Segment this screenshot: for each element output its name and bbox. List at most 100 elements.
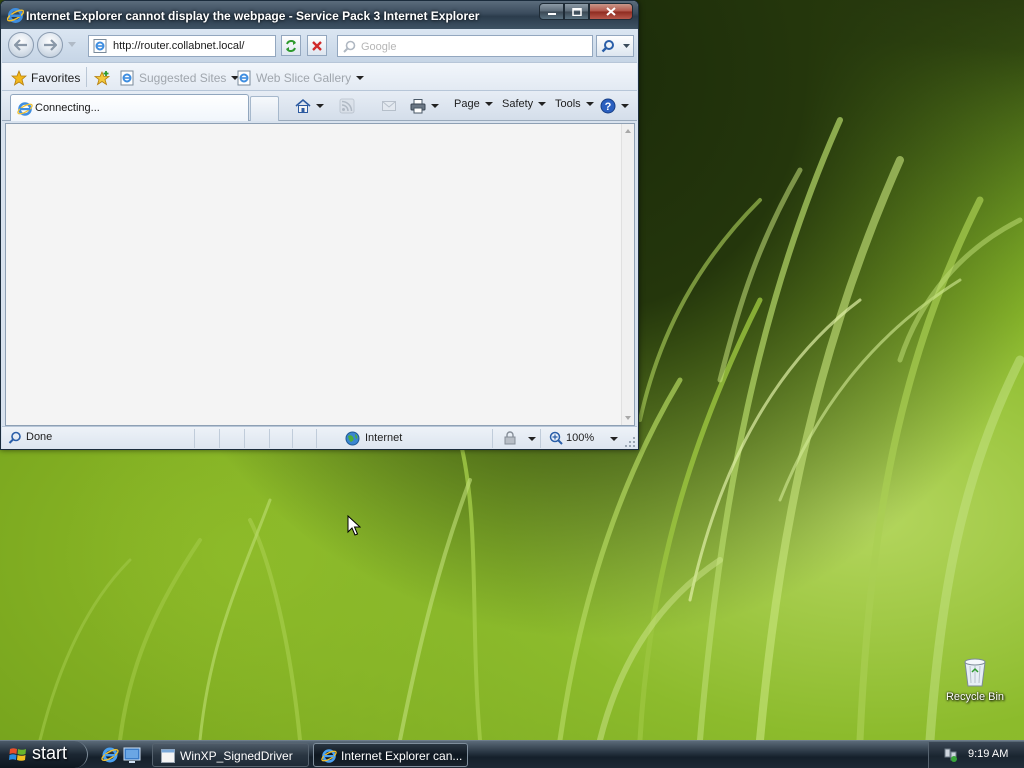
chevron-down-icon[interactable] [528,437,536,441]
ie-loading-icon [17,102,33,116]
taskbar-button-winxp-signeddriver[interactable]: WinXP_SignedDriver [152,743,309,767]
recycle-bin-icon [964,658,986,687]
scroll-up-icon[interactable] [625,129,631,133]
stop-icon [312,40,322,51]
title-bar[interactable]: Internet Explorer cannot display the web… [1,1,638,29]
chevron-down-icon [484,102,493,106]
back-arrow-icon [14,39,27,51]
tab-label: Connecting... [35,102,100,114]
add-to-favorites-bar-button[interactable] [94,70,114,86]
forward-button[interactable] [37,32,63,58]
forward-arrow-icon [44,39,57,51]
favorites-star-icon [11,70,27,86]
ie-window: Internet Explorer cannot display the web… [0,0,639,450]
chevron-down-icon [621,104,629,108]
close-icon [606,7,616,16]
web-slice-gallery-label: Web Slice Gallery [256,71,352,85]
recent-pages-dropdown-icon[interactable] [68,42,76,48]
chevron-down-icon[interactable] [316,104,324,108]
address-text: http://router.collabnet.local/ [113,40,245,52]
maximize-button[interactable] [564,3,589,20]
minimize-button[interactable] [539,3,564,20]
resize-grip-icon[interactable] [625,437,635,447]
page-menu-label: Page [454,98,480,110]
recycle-bin-desktop-icon[interactable]: Recycle Bin [944,656,1006,712]
favorites-bar: Favorites Suggested Sites Web Slice Gall… [2,62,637,90]
security-zone[interactable]: Internet [316,429,492,448]
network-status-icon[interactable] [943,747,959,763]
start-label: start [32,743,68,763]
help-button[interactable]: ? [600,98,629,114]
taskbar-button-internet-explorer[interactable]: Internet Explorer can... [313,743,468,767]
status-pane [244,429,269,448]
ie-icon[interactable] [101,746,119,764]
chevron-down-icon[interactable] [610,437,618,441]
taskbar-button-label: WinXP_SignedDriver [180,749,293,763]
status-pane [269,429,292,448]
tools-menu-label: Tools [555,98,581,110]
scroll-down-icon[interactable] [625,416,631,420]
zoom-icon [549,431,563,445]
zoom-level: 100% [566,432,595,444]
minimize-icon [547,12,556,15]
favorites-button[interactable]: Favorites [11,70,80,86]
stop-button[interactable] [307,35,327,56]
refresh-button[interactable] [281,35,301,56]
search-box[interactable]: Google [337,35,593,57]
rss-feed-icon [339,98,355,114]
favorites-label: Favorites [31,71,81,85]
status-search-icon [8,431,21,444]
taskbar-button-label: Internet Explorer can... [341,749,463,763]
clock[interactable]: 9:19 AM [968,748,1008,760]
protected-mode-pane[interactable] [492,429,540,448]
caption-buttons [539,3,633,20]
address-bar[interactable]: http://router.collabnet.local/ [88,35,276,57]
chevron-down-icon[interactable] [431,104,439,108]
lock-icon [504,431,516,445]
mouse-pointer-icon [347,515,361,536]
search-placeholder: Google [361,41,397,53]
zone-label: Internet [365,432,403,444]
read-mail-icon [382,101,396,111]
page-menu[interactable]: Page [454,98,493,110]
status-bar: Done Internet 100% [2,426,637,449]
add-favorite-icon [94,71,110,86]
status-pane [219,429,244,448]
maximize-icon [571,7,582,16]
safety-menu-label: Safety [502,98,534,110]
print-icon [410,99,426,114]
page-content[interactable] [5,123,635,426]
feeds-button[interactable] [339,98,355,114]
print-button[interactable] [410,98,439,114]
search-options-dropdown-icon[interactable] [623,44,630,49]
search-button[interactable] [596,35,634,57]
refresh-icon [286,39,296,52]
back-button[interactable] [8,32,34,58]
status-pane [194,429,219,448]
ie-page-icon [93,39,107,53]
vertical-scrollbar[interactable] [621,124,634,425]
tools-menu[interactable]: Tools [555,98,594,110]
show-desktop-icon[interactable] [123,746,141,764]
new-tab-button[interactable] [250,96,279,121]
zoom-control[interactable]: 100% [540,429,620,448]
ie-page-icon [237,70,251,86]
suggested-sites-label: Suggested Sites [139,71,227,85]
safety-menu[interactable]: Safety [502,98,547,110]
home-button[interactable] [295,98,324,114]
read-mail-button[interactable] [381,98,397,114]
chevron-down-icon[interactable] [356,76,365,80]
start-button[interactable]: start [0,741,88,768]
close-button[interactable] [589,3,633,20]
status-pane [292,429,316,448]
window-title: Internet Explorer cannot display the web… [26,9,480,23]
window-icon [161,749,175,763]
web-slice-gallery-link[interactable]: Web Slice Gallery [236,70,365,86]
windows-flag-icon [9,748,26,761]
recycle-bin-label: Recycle Bin [945,691,1005,703]
chevron-down-icon [585,102,594,106]
navigation-bar: http://router.collabnet.local/ Google [2,29,637,62]
suggested-sites-link[interactable]: Suggested Sites [119,70,240,86]
taskbar: start WinXP_SignedDriver Internet Explor… [0,740,1024,768]
tab-connecting[interactable]: Connecting... [10,94,249,121]
